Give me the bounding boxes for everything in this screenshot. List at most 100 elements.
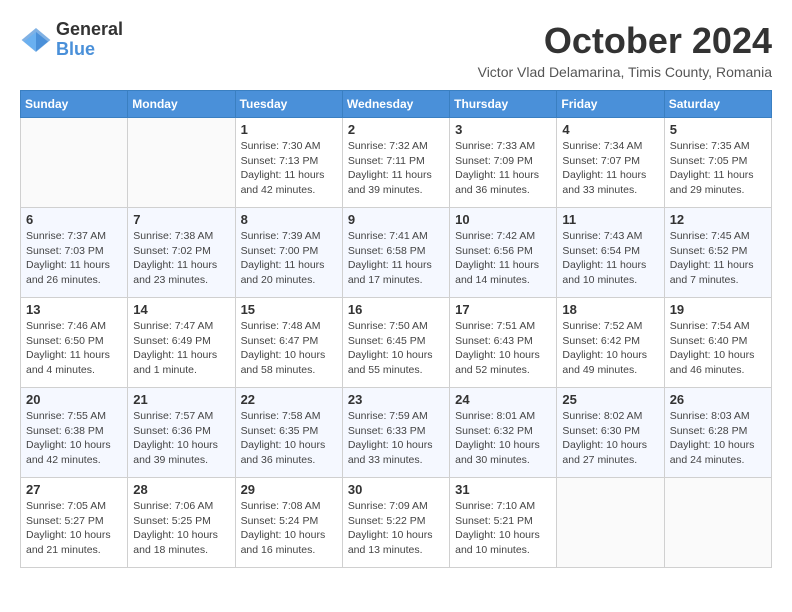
day-number: 31 — [455, 482, 551, 497]
day-info: Sunrise: 7:34 AM Sunset: 7:07 PM Dayligh… — [562, 139, 658, 198]
calendar-cell: 15 Sunrise: 7:48 AM Sunset: 6:47 PM Dayli… — [235, 298, 342, 388]
day-info: Sunrise: 7:59 AM Sunset: 6:33 PM Dayligh… — [348, 409, 444, 468]
calendar-week-row: 1 Sunrise: 7:30 AM Sunset: 7:13 PM Daylig… — [21, 118, 772, 208]
calendar-cell: 5Sunrise: 7:35 AM Sunset: 7:05 PM Daylig… — [664, 118, 771, 208]
calendar-cell: 27 Sunrise: 7:05 AM Sunset: 5:27 PM Dayli… — [21, 478, 128, 568]
calendar-header-row: SundayMondayTuesdayWednesdayThursdayFrid… — [21, 91, 772, 118]
day-info: Sunrise: 7:57 AM Sunset: 6:36 PM Dayligh… — [133, 409, 229, 468]
calendar-cell: 10Sunrise: 7:42 AM Sunset: 6:56 PM Dayli… — [450, 208, 557, 298]
day-number: 4 — [562, 122, 658, 137]
calendar-cell: 11 Sunrise: 7:43 AM Sunset: 6:54 PM Dayli… — [557, 208, 664, 298]
calendar-week-row: 13 Sunrise: 7:46 AM Sunset: 6:50 PM Dayli… — [21, 298, 772, 388]
day-info: Sunrise: 7:47 AM Sunset: 6:49 PM Dayligh… — [133, 319, 229, 378]
day-info: Sunrise: 7:46 AM Sunset: 6:50 PM Dayligh… — [26, 319, 122, 378]
day-number: 24 — [455, 392, 551, 407]
day-info: Sunrise: 7:48 AM Sunset: 6:47 PM Dayligh… — [241, 319, 337, 378]
day-number: 2 — [348, 122, 444, 137]
calendar-cell: 14 Sunrise: 7:47 AM Sunset: 6:49 PM Dayli… — [128, 298, 235, 388]
calendar-cell: 7 Sunrise: 7:38 AM Sunset: 7:02 PM Daylig… — [128, 208, 235, 298]
calendar-cell: 12 Sunrise: 7:45 AM Sunset: 6:52 PM Dayli… — [664, 208, 771, 298]
logo-blue-text: Blue — [56, 40, 123, 60]
day-number: 13 — [26, 302, 122, 317]
location-subtitle: Victor Vlad Delamarina, Timis County, Ro… — [478, 64, 772, 80]
page-header: General Blue October 2024 Victor Vlad De… — [20, 20, 772, 80]
day-info: Sunrise: 7:30 AM Sunset: 7:13 PM Dayligh… — [241, 139, 337, 198]
calendar-cell: 22Sunrise: 7:58 AM Sunset: 6:35 PM Dayli… — [235, 388, 342, 478]
day-number: 22 — [241, 392, 337, 407]
day-info: Sunrise: 7:50 AM Sunset: 6:45 PM Dayligh… — [348, 319, 444, 378]
column-header-sunday: Sunday — [21, 91, 128, 118]
calendar-cell: 6 Sunrise: 7:37 AM Sunset: 7:03 PM Daylig… — [21, 208, 128, 298]
day-info: Sunrise: 7:10 AM Sunset: 5:21 PM Dayligh… — [455, 499, 551, 558]
calendar-cell: 8Sunrise: 7:39 AM Sunset: 7:00 PM Daylig… — [235, 208, 342, 298]
calendar-cell: 13 Sunrise: 7:46 AM Sunset: 6:50 PM Dayli… — [21, 298, 128, 388]
calendar-week-row: 6 Sunrise: 7:37 AM Sunset: 7:03 PM Daylig… — [21, 208, 772, 298]
day-info: Sunrise: 7:45 AM Sunset: 6:52 PM Dayligh… — [670, 229, 766, 288]
calendar-cell: 20 Sunrise: 7:55 AM Sunset: 6:38 PM Dayli… — [21, 388, 128, 478]
title-block: October 2024 Victor Vlad Delamarina, Tim… — [478, 20, 772, 80]
calendar-cell — [557, 478, 664, 568]
calendar-cell: 16Sunrise: 7:50 AM Sunset: 6:45 PM Dayli… — [342, 298, 449, 388]
day-info: Sunrise: 7:51 AM Sunset: 6:43 PM Dayligh… — [455, 319, 551, 378]
day-number: 15 — [241, 302, 337, 317]
calendar-week-row: 27 Sunrise: 7:05 AM Sunset: 5:27 PM Dayli… — [21, 478, 772, 568]
day-number: 1 — [241, 122, 337, 137]
day-info: Sunrise: 8:01 AM Sunset: 6:32 PM Dayligh… — [455, 409, 551, 468]
day-number: 11 — [562, 212, 658, 227]
day-info: Sunrise: 7:39 AM Sunset: 7:00 PM Dayligh… — [241, 229, 337, 288]
day-number: 20 — [26, 392, 122, 407]
day-number: 3 — [455, 122, 551, 137]
day-number: 23 — [348, 392, 444, 407]
day-info: Sunrise: 7:38 AM Sunset: 7:02 PM Dayligh… — [133, 229, 229, 288]
calendar-cell: 1 Sunrise: 7:30 AM Sunset: 7:13 PM Daylig… — [235, 118, 342, 208]
calendar-cell: 30 Sunrise: 7:09 AM Sunset: 5:22 PM Dayli… — [342, 478, 449, 568]
calendar-cell — [21, 118, 128, 208]
day-info: Sunrise: 7:41 AM Sunset: 6:58 PM Dayligh… — [348, 229, 444, 288]
day-number: 28 — [133, 482, 229, 497]
day-info: Sunrise: 7:09 AM Sunset: 5:22 PM Dayligh… — [348, 499, 444, 558]
calendar-cell: 19 Sunrise: 7:54 AM Sunset: 6:40 PM Dayli… — [664, 298, 771, 388]
logo: General Blue — [20, 20, 123, 60]
day-info: Sunrise: 7:05 AM Sunset: 5:27 PM Dayligh… — [26, 499, 122, 558]
column-header-saturday: Saturday — [664, 91, 771, 118]
day-number: 9 — [348, 212, 444, 227]
day-info: Sunrise: 8:03 AM Sunset: 6:28 PM Dayligh… — [670, 409, 766, 468]
day-number: 12 — [670, 212, 766, 227]
day-number: 21 — [133, 392, 229, 407]
calendar-cell: 21 Sunrise: 7:57 AM Sunset: 6:36 PM Dayli… — [128, 388, 235, 478]
day-number: 5 — [670, 122, 766, 137]
month-title: October 2024 — [478, 20, 772, 62]
day-number: 26 — [670, 392, 766, 407]
day-info: Sunrise: 7:43 AM Sunset: 6:54 PM Dayligh… — [562, 229, 658, 288]
day-number: 17 — [455, 302, 551, 317]
calendar-cell: 26 Sunrise: 8:03 AM Sunset: 6:28 PM Dayli… — [664, 388, 771, 478]
calendar-cell: 24 Sunrise: 8:01 AM Sunset: 6:32 PM Dayli… — [450, 388, 557, 478]
day-number: 30 — [348, 482, 444, 497]
calendar-cell — [128, 118, 235, 208]
logo-general-text: General — [56, 20, 123, 40]
calendar-cell: 4 Sunrise: 7:34 AM Sunset: 7:07 PM Daylig… — [557, 118, 664, 208]
calendar-cell: 18Sunrise: 7:52 AM Sunset: 6:42 PM Dayli… — [557, 298, 664, 388]
calendar-cell: 23 Sunrise: 7:59 AM Sunset: 6:33 PM Dayli… — [342, 388, 449, 478]
calendar-cell: 3 Sunrise: 7:33 AM Sunset: 7:09 PM Daylig… — [450, 118, 557, 208]
calendar-cell: 31 Sunrise: 7:10 AM Sunset: 5:21 PM Dayli… — [450, 478, 557, 568]
day-number: 25 — [562, 392, 658, 407]
day-number: 7 — [133, 212, 229, 227]
calendar-table: SundayMondayTuesdayWednesdayThursdayFrid… — [20, 90, 772, 568]
column-header-thursday: Thursday — [450, 91, 557, 118]
day-number: 27 — [26, 482, 122, 497]
day-info: Sunrise: 7:54 AM Sunset: 6:40 PM Dayligh… — [670, 319, 766, 378]
calendar-cell: 28Sunrise: 7:06 AM Sunset: 5:25 PM Dayli… — [128, 478, 235, 568]
day-number: 6 — [26, 212, 122, 227]
day-number: 10 — [455, 212, 551, 227]
day-info: Sunrise: 8:02 AM Sunset: 6:30 PM Dayligh… — [562, 409, 658, 468]
day-number: 14 — [133, 302, 229, 317]
day-number: 29 — [241, 482, 337, 497]
day-info: Sunrise: 7:33 AM Sunset: 7:09 PM Dayligh… — [455, 139, 551, 198]
day-info: Sunrise: 7:55 AM Sunset: 6:38 PM Dayligh… — [26, 409, 122, 468]
day-info: Sunrise: 7:32 AM Sunset: 7:11 PM Dayligh… — [348, 139, 444, 198]
calendar-cell — [664, 478, 771, 568]
column-header-tuesday: Tuesday — [235, 91, 342, 118]
day-number: 19 — [670, 302, 766, 317]
day-info: Sunrise: 7:37 AM Sunset: 7:03 PM Dayligh… — [26, 229, 122, 288]
